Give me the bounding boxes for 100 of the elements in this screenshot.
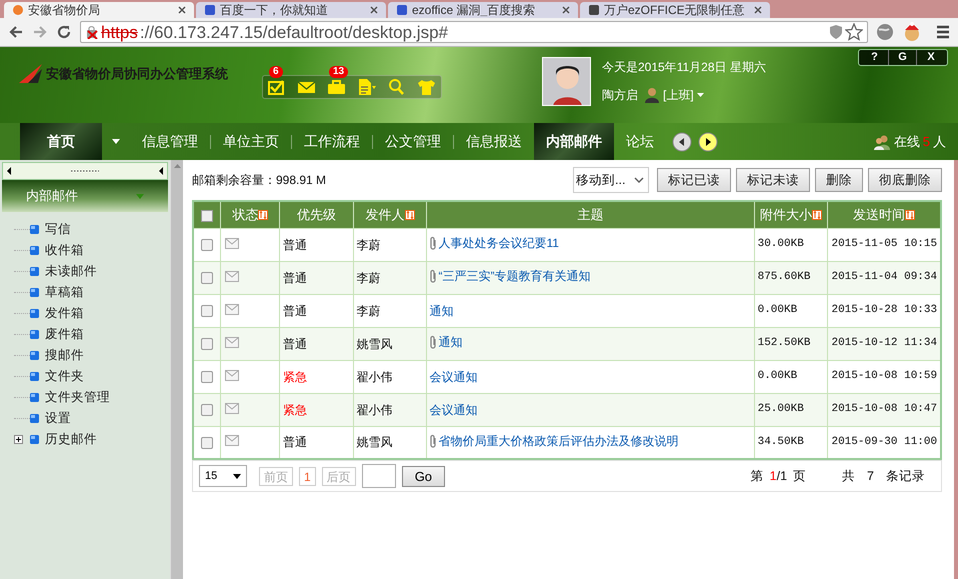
subject-link[interactable]: “三严三实”专题教育有关通知 <box>438 267 590 285</box>
window-button[interactable]: ? <box>861 50 889 65</box>
sidebar-item[interactable]: 文件夹 <box>45 367 84 386</box>
next-icon[interactable] <box>698 132 718 152</box>
extension-icon[interactable] <box>902 22 922 42</box>
page-label: 页 <box>793 468 806 485</box>
envelope-icon <box>225 238 240 248</box>
system-title: 安徽省物价局协同办公管理系统 <box>46 65 228 84</box>
time-text: 2015-10-08 10:59 <box>831 370 938 382</box>
window-button[interactable]: X <box>917 50 945 65</box>
time-text: 2015-10-08 10:47 <box>831 403 938 416</box>
shirt-icon[interactable] <box>417 78 437 96</box>
page-size-select[interactable]: 15 <box>199 465 247 487</box>
sidebar-item[interactable]: 搜邮件 <box>45 346 84 365</box>
row-checkbox[interactable] <box>201 239 214 252</box>
paperclip-icon <box>429 236 438 250</box>
document-icon[interactable] <box>357 78 377 96</box>
forward-icon[interactable] <box>32 24 48 40</box>
sort-icon[interactable] <box>905 210 916 220</box>
previous-icon[interactable] <box>672 132 692 152</box>
action-button[interactable]: 彻底删除 <box>868 168 942 192</box>
nav-tab[interactable]: 信息报送 <box>454 123 534 160</box>
bullet-icon <box>30 414 39 423</box>
priority-text: 普通 <box>283 435 308 450</box>
column-header[interactable]: 优先级 <box>296 205 336 224</box>
column-header[interactable]: 附件大小 <box>760 205 812 224</box>
bullet-icon <box>30 267 39 276</box>
column-header[interactable]: 状态 <box>232 205 258 224</box>
sidebar-item[interactable]: 收件箱 <box>45 241 84 260</box>
briefcase-icon[interactable] <box>327 78 347 96</box>
star-icon[interactable] <box>845 23 863 41</box>
subject-link[interactable]: 通知 <box>438 333 462 351</box>
column-header[interactable]: 发送时间 <box>853 205 906 224</box>
address-bar[interactable]: https://60.173.247.15/defaultroot/desktop.jsp# <box>80 21 868 43</box>
sidebar-item[interactable]: 写信 <box>45 220 71 239</box>
sidebar-item[interactable]: 发件箱 <box>45 304 84 323</box>
size-text: 34.50KB <box>758 436 804 448</box>
nav-tab[interactable]: 内部邮件 <box>534 123 614 160</box>
reload-icon[interactable] <box>56 24 72 40</box>
row-checkbox[interactable] <box>201 338 214 350</box>
browser-tab[interactable]: 安徽省物价局 <box>4 2 194 18</box>
column-header[interactable]: 发件人 <box>366 205 405 224</box>
select-all-checkbox[interactable] <box>201 210 214 222</box>
subject-link[interactable]: 通知 <box>429 302 454 320</box>
nav-tab[interactable]: 论坛 <box>614 123 666 160</box>
size-text: 25.00KB <box>758 403 804 416</box>
sort-icon[interactable] <box>404 210 415 220</box>
sidebar-item[interactable]: 废件箱 <box>45 325 84 344</box>
sort-icon[interactable] <box>258 210 268 220</box>
scrollbar[interactable] <box>170 160 183 579</box>
page-input[interactable] <box>362 464 396 488</box>
move-to-dropdown[interactable]: 移动到... <box>573 167 649 193</box>
sidebar-item[interactable]: 设置 <box>45 409 71 428</box>
column-header[interactable]: 主题 <box>578 205 604 224</box>
sidebar-item[interactable]: 文件夹管理 <box>45 388 110 407</box>
time-text: 2015-10-12 11:34 <box>831 337 938 350</box>
nav-tab[interactable]: 单位主页 <box>211 123 291 160</box>
nav-tab[interactable]: 公文管理 <box>373 123 453 160</box>
home-tab[interactable]: 首页 <box>20 123 102 160</box>
row-checkbox[interactable] <box>201 305 214 318</box>
subject-link[interactable]: 人事处处务会议纪要11 <box>438 234 559 252</box>
window-button[interactable]: G <box>889 50 917 65</box>
bullet-icon <box>30 288 39 297</box>
row-checkbox[interactable] <box>201 437 214 450</box>
status-dropdown[interactable]: [上班] <box>644 86 704 104</box>
sidebar-header[interactable]: 内部邮件 <box>2 180 168 212</box>
sidebar-item[interactable]: 未读邮件 <box>45 262 97 281</box>
search-icon[interactable] <box>387 78 407 96</box>
action-button[interactable]: 删除 <box>815 168 863 192</box>
todo-icon[interactable] <box>267 78 287 96</box>
bullet-icon <box>30 351 39 360</box>
row-checkbox[interactable] <box>201 371 214 384</box>
caret-icon[interactable] <box>112 139 120 144</box>
go-button[interactable]: Go <box>402 466 446 486</box>
sidebar-item[interactable]: 草稿箱 <box>45 283 84 302</box>
sidebar-item[interactable]: 历史邮件 <box>45 430 97 449</box>
back-icon[interactable] <box>8 24 24 40</box>
nav-tab[interactable]: 工作流程 <box>292 123 372 160</box>
row-checkbox[interactable] <box>201 404 214 416</box>
size-text: 0.00KB <box>758 370 798 382</box>
action-button[interactable]: 标记未读 <box>736 168 810 192</box>
subject-link[interactable]: 省物价局重大价格政策后评估办法及修改说明 <box>438 432 678 450</box>
row-checkbox[interactable] <box>201 272 214 284</box>
sort-icon[interactable] <box>812 210 822 220</box>
menu-icon[interactable] <box>936 25 950 39</box>
bullet-icon <box>30 330 39 339</box>
subject-link[interactable]: 会议通知 <box>429 400 478 418</box>
expand-icon[interactable] <box>14 435 23 444</box>
paperclip-icon <box>429 434 438 448</box>
sender-name: 李蔚 <box>356 270 381 284</box>
action-button[interactable]: 标记已读 <box>657 168 731 192</box>
globe-icon[interactable] <box>876 23 894 41</box>
close-icon <box>562 6 570 14</box>
time-text: 2015-09-30 11:00 <box>831 436 938 448</box>
nav-tab[interactable]: 信息管理 <box>130 123 210 160</box>
bullet-icon <box>30 372 39 381</box>
avatar <box>542 57 591 106</box>
browser-tab[interactable]: 万户ezOFFICE无限制任意 <box>580 2 770 18</box>
subject-link[interactable]: 会议通知 <box>429 368 478 386</box>
browser-tab[interactable]: 百度一下，你就知道 <box>196 2 386 18</box>
